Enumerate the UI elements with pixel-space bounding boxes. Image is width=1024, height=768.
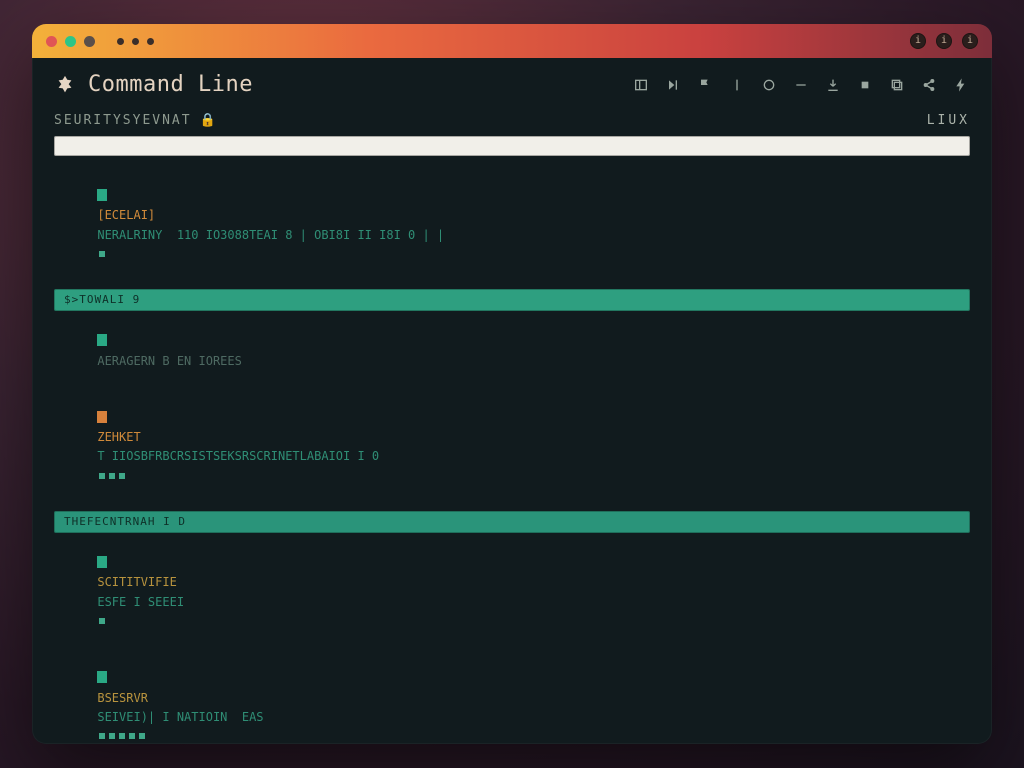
titlebar-badge[interactable]: i: [910, 33, 926, 49]
minus-icon[interactable]: [792, 76, 810, 94]
cursor-icon: [99, 251, 105, 257]
dot-icon: [147, 38, 154, 45]
close-icon[interactable]: [46, 36, 57, 47]
block-icon: [97, 334, 107, 346]
log-tag: [ECELAI]: [97, 208, 155, 222]
log-tag: BSESRVR: [97, 691, 148, 705]
block-icon: [97, 411, 107, 423]
log-text: ESFE I SEEEI: [97, 595, 184, 609]
dot-icon: [119, 473, 125, 479]
log-text: SEIVEI)| I NATIOIN EAS: [97, 710, 263, 724]
panel-icon[interactable]: [632, 76, 650, 94]
log-tag: ZEHKET: [97, 430, 140, 444]
platform-label: LIUX: [927, 113, 970, 128]
log-tag: SCITITVIFIE: [97, 575, 176, 589]
output-line: SCITITVIFIE ESFE I SEEEI: [54, 535, 970, 650]
titlebar-right: i i i: [910, 33, 978, 49]
titlebar-badge[interactable]: i: [936, 33, 952, 49]
section-bar: $>TOWALI 9: [54, 289, 970, 311]
maximize-icon[interactable]: [84, 36, 95, 47]
bolt-icon[interactable]: [952, 76, 970, 94]
output-line: ZEHKET T IIOSBFRBCRSISTSEKSRSCRINETLABAI…: [54, 390, 970, 505]
flag-icon[interactable]: [696, 76, 714, 94]
dot-icon: [132, 38, 139, 45]
dot-icon: [119, 733, 125, 739]
block-icon: [97, 556, 107, 568]
stop-icon[interactable]: [856, 76, 874, 94]
dot-icon: [109, 473, 115, 479]
sub-header: SEURITYSYEVNAT 🔒 LIUX: [32, 107, 992, 136]
log-text: AERAGERN B EN IOREES: [97, 354, 242, 368]
dot-icon: [117, 38, 124, 45]
block-icon: [97, 189, 107, 201]
section-bar: THEFECNTRNAH I D: [54, 511, 970, 533]
download-icon[interactable]: [824, 76, 842, 94]
dot-icon: [129, 733, 135, 739]
output-line: AERAGERN B EN IOREES: [54, 313, 970, 390]
dot-icon: [99, 733, 105, 739]
titlebar-badge[interactable]: i: [962, 33, 978, 49]
app-window: i i i Command Line SEURITYSYEVNAT 🔒 LIUX: [32, 24, 992, 744]
terminal-output[interactable]: [ECELAI] NERALRINY 110 IO3088TEAI 8 | OB…: [32, 164, 992, 744]
output-line: [ECELAI] NERALRINY 110 IO3088TEAI 8 | OB…: [54, 168, 970, 283]
app-title: Command Line: [88, 72, 253, 97]
dot-icon: [99, 473, 105, 479]
lock-icon: 🔒: [200, 113, 218, 128]
search-input[interactable]: [54, 136, 970, 156]
dot-icon: [109, 733, 115, 739]
section-label: SEURITYSYEVNAT: [54, 113, 192, 128]
output-line: BSESRVR SEIVEI)| I NATIOIN EAS: [54, 650, 970, 744]
share-icon[interactable]: [920, 76, 938, 94]
toolbar: [632, 76, 970, 94]
log-text: NERALRINY 110 IO3088TEAI 8 | OBI8I II I8…: [97, 228, 444, 242]
dot-icon: [139, 733, 145, 739]
traffic-lights: [46, 36, 95, 47]
block-icon: [97, 671, 107, 683]
titlebar-extra-dots: [117, 38, 154, 45]
log-text: T IIOSBFRBCRSISTSEKSRSCRINETLABAIOI I 0: [97, 449, 379, 463]
header: Command Line: [32, 58, 992, 107]
app-logo-icon: [54, 74, 76, 96]
circle-icon[interactable]: [760, 76, 778, 94]
pipe-icon[interactable]: [728, 76, 746, 94]
skip-icon[interactable]: [664, 76, 682, 94]
minimize-icon[interactable]: [65, 36, 76, 47]
titlebar[interactable]: i i i: [32, 24, 992, 58]
dot-icon: [99, 618, 105, 624]
copy-icon[interactable]: [888, 76, 906, 94]
